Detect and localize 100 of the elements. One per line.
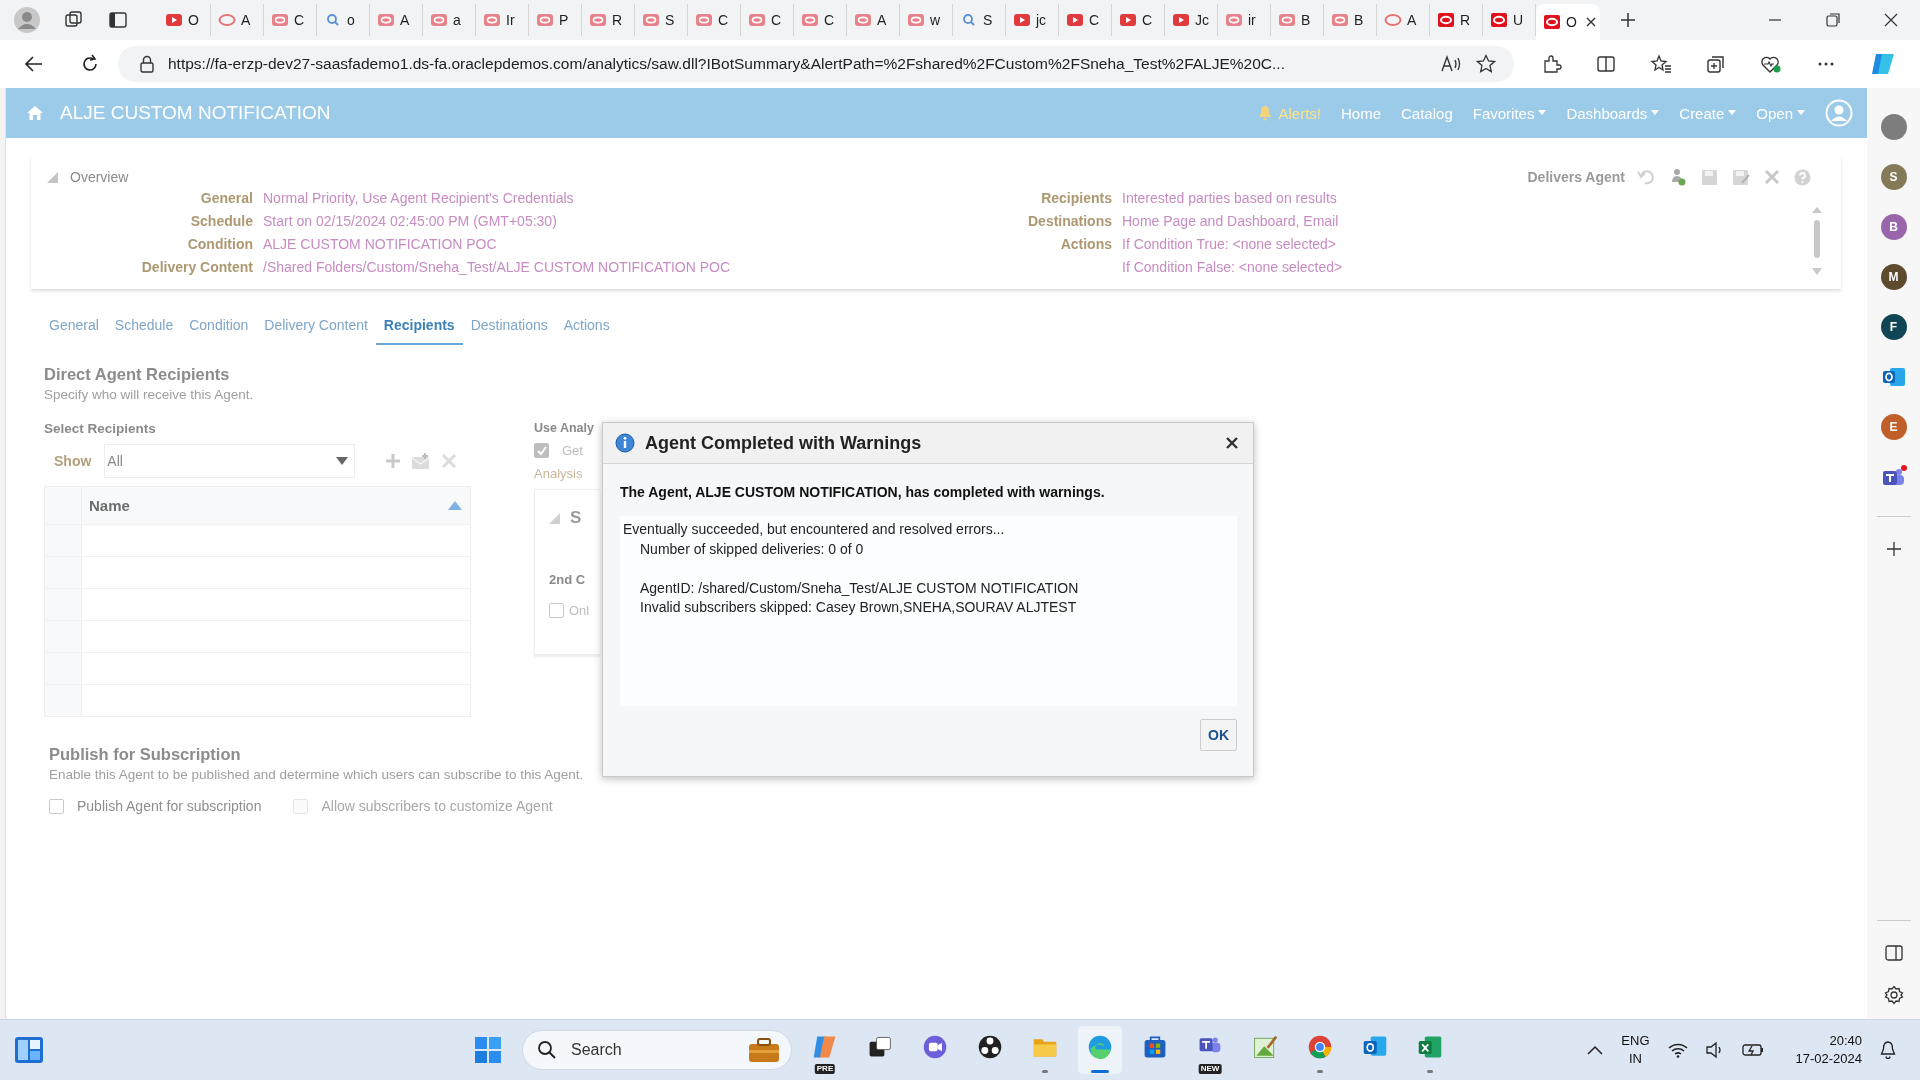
browser-tab[interactable]: B [1271,4,1324,36]
extensions-icon[interactable] [1542,54,1562,74]
widgets-icon[interactable] [14,1036,44,1064]
tab-actions-icon[interactable] [108,10,128,30]
chevron-up-icon[interactable] [1587,1045,1604,1055]
section-description: Specify who will receive this Agent. [44,387,255,402]
split-screen-icon[interactable] [1596,54,1616,74]
profile-avatar[interactable]: S [1880,164,1907,190]
copilot-icon[interactable] [1870,51,1896,77]
browser-tab[interactable]: A [211,4,264,36]
profile-avatar[interactable]: E [1880,414,1907,440]
settings-icon[interactable] [1883,985,1904,1005]
panel-subheading: 2nd C [549,572,587,587]
workspaces-icon[interactable] [64,10,84,30]
url-text: https://fa-erzp-dev27-saasfademo1.ds-fa.oraclepdemos.com/analytics/saw.dll?IBotSummary&AlertPath=%2Fshared%2FCustom%2FSneha_Test%2FALJE%20C... [168,55,1286,73]
browser-tab[interactable]: P [529,4,582,36]
browser-tab[interactable]: C [264,4,317,36]
browser-icon[interactable] [1087,1034,1113,1060]
back-icon[interactable] [24,54,44,74]
browser-tab[interactable]: S [635,4,688,36]
browser-tab[interactable]: S [953,4,1006,36]
sidebar-toggle-icon[interactable] [1884,945,1903,961]
start-icon[interactable] [474,1036,502,1064]
browser-tab[interactable]: C [688,4,741,36]
spreadsheet-icon[interactable] [1417,1034,1443,1060]
new-tab-icon[interactable] [1620,12,1636,28]
browser-tab[interactable]: O [158,4,211,36]
address-bar[interactable]: https://fa-erzp-dev27-saasfademo1.ds-fa.oraclepdemos.com/analytics/saw.dll?IBotSummary&AlertPath=%2Fshared%2FCustom%2FSneha_Test%2FALJE%20C... [118,46,1514,82]
taskbar-search-field[interactable]: Search [522,1030,792,1070]
language-indicator[interactable]: ENG IN [1621,1032,1650,1068]
task-view-icon[interactable] [867,1034,893,1060]
browser-tab[interactable]: B [1324,4,1377,36]
close-window-icon[interactable] [1884,13,1898,27]
wifi-icon[interactable] [1667,1042,1688,1058]
picture-icon[interactable] [1252,1034,1278,1060]
battery-icon[interactable] [1741,1043,1764,1057]
run-agent-icon[interactable] [1669,168,1687,186]
checkbox-label: Get [562,443,583,458]
section-tab[interactable]: Recipients [375,311,463,345]
favorite-star-icon[interactable] [1476,54,1496,74]
heart-pulse-icon[interactable] [1760,54,1782,74]
browser-tab[interactable]: Ir [476,4,529,36]
field-label: Destinations [1028,213,1112,229]
clock[interactable]: 20:40 17-02-2024 [1795,1032,1862,1068]
field-label: Recipients [1041,190,1112,206]
close-tab-icon[interactable] [1585,17,1596,27]
browser-tab[interactable]: w [900,4,953,36]
search-input[interactable]: Search [569,1040,735,1060]
running-indicator [1042,1070,1048,1073]
notifications-bell-icon[interactable] [1880,1041,1896,1059]
ai-assistant-icon[interactable] [812,1034,838,1060]
browser-tab[interactable]: U [1483,4,1536,36]
volume-icon[interactable] [1705,1042,1724,1058]
profile-avatar[interactable] [1880,114,1907,140]
sort-ascending-icon[interactable] [448,501,462,510]
restore-icon[interactable] [1826,13,1840,27]
close-icon[interactable] [1225,436,1239,450]
profile-avatar[interactable]: B [1880,214,1907,240]
browser-tab[interactable]: O [1536,4,1600,40]
browser-tab[interactable]: R [1430,4,1483,36]
info-icon [615,433,635,453]
checkbox[interactable] [49,798,64,814]
browser-tab[interactable]: o [317,4,370,36]
briefcase-icon[interactable] [747,1036,781,1064]
browser-tab[interactable]: C [794,4,847,36]
read-aloud-icon[interactable] [1440,54,1462,74]
browser-tab[interactable]: A [1377,4,1430,36]
column-header[interactable]: Name [89,497,130,514]
profile-avatar[interactable]: M [1880,264,1907,290]
browser-tab[interactable]: C [1112,4,1165,36]
browser-tab[interactable]: R [582,4,635,36]
checkbox[interactable] [534,443,549,458]
browser-tab[interactable]: A [847,4,900,36]
favorites-icon[interactable] [1650,54,1672,74]
add-icon[interactable] [1885,541,1902,557]
show-dropdown[interactable]: All [104,444,356,478]
checkbox[interactable] [549,603,564,618]
store-icon[interactable] [1142,1034,1168,1060]
ok-button[interactable]: OK [1200,719,1237,751]
collections-icon[interactable] [1706,54,1726,74]
taskbar-app-button[interactable]: NEW [1188,1026,1232,1074]
reload-icon[interactable] [80,54,100,74]
record-icon[interactable] [977,1034,1003,1060]
video-call-icon[interactable] [922,1034,948,1060]
browser-icon[interactable] [1307,1034,1333,1060]
browser-tab[interactable]: Jc [1165,4,1218,36]
scroll-bar[interactable] [1811,206,1823,276]
dropdown-caret-icon[interactable] [336,457,349,465]
browser-tab[interactable]: a [423,4,476,36]
field-label: Condition [186,236,253,252]
profile-avatar-icon[interactable] [14,7,40,33]
browser-tab[interactable]: C [741,4,794,36]
profile-avatar[interactable]: F [1880,314,1907,340]
browser-tab[interactable]: A [370,4,423,36]
outlook-icon[interactable] [1881,366,1906,388]
field-label: Actions [1060,236,1112,252]
browser-tab[interactable]: C [1059,4,1112,36]
browser-tab[interactable]: ir [1218,4,1271,36]
browser-tab[interactable]: jc [1006,4,1059,36]
taskbar-app-button[interactable]: PRE [803,1026,847,1074]
